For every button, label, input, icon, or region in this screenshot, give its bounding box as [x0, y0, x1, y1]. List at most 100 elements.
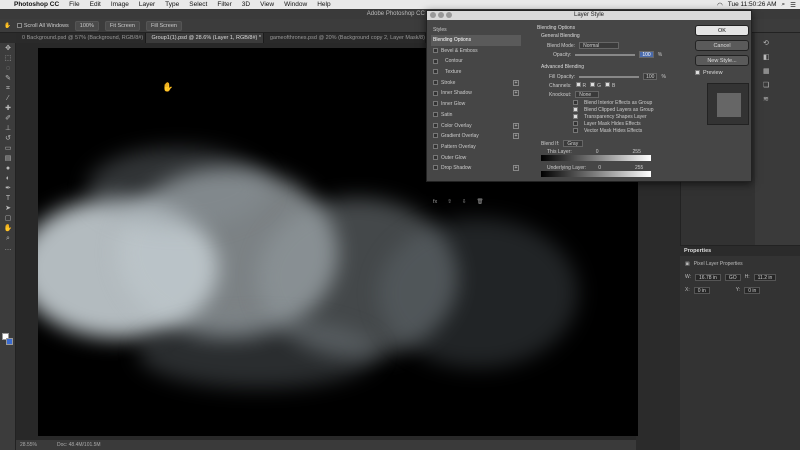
- this-layer-gradient-slider[interactable]: [541, 155, 651, 161]
- style-checkbox[interactable]: [433, 111, 438, 117]
- tab-gameofthrones[interactable]: gameofthrones.psd @ 20% (Background copy…: [264, 33, 426, 43]
- add-style-plus-icon[interactable]: +: [513, 79, 519, 86]
- style-item[interactable]: Satin: [431, 110, 521, 121]
- menu-view[interactable]: View: [260, 1, 274, 8]
- more-tools-icon[interactable]: …: [3, 245, 13, 253]
- style-checkbox[interactable]: [433, 122, 438, 128]
- zoom-tool-icon[interactable]: ⌕: [3, 235, 13, 243]
- style-checkbox[interactable]: [433, 144, 438, 150]
- blur-tool-icon[interactable]: ●: [3, 165, 13, 173]
- fit-screen-button[interactable]: Fit Screen: [104, 20, 140, 31]
- down-arrow-icon[interactable]: ⇩: [462, 199, 467, 205]
- crop-tool-icon[interactable]: ⌗: [3, 85, 13, 93]
- transparency-shapes-checkbox[interactable]: [573, 114, 578, 119]
- style-checkbox[interactable]: [433, 165, 438, 171]
- blend-mode-select[interactable]: Normal: [579, 42, 620, 49]
- style-checkbox[interactable]: [433, 90, 438, 96]
- menu-file[interactable]: File: [69, 1, 79, 8]
- lasso-tool-icon[interactable]: ◌: [3, 65, 13, 73]
- underlying-layer-gradient-slider[interactable]: [541, 171, 651, 177]
- fill-screen-button[interactable]: Fill Screen: [145, 20, 182, 31]
- height-field[interactable]: 11.2 in: [753, 273, 777, 281]
- style-item[interactable]: Pattern Overlay: [431, 142, 521, 153]
- channel-g-checkbox[interactable]: G: [590, 82, 601, 89]
- blend-if-select[interactable]: Gray: [563, 140, 584, 147]
- scroll-all-checkbox[interactable]: Scroll All Windows: [16, 23, 69, 29]
- tab-group1[interactable]: Group1(1).psd @ 28.6% (Layer 1, RGB/8#) …: [145, 33, 264, 43]
- styles-header[interactable]: Styles: [431, 25, 521, 35]
- zoom-100-button[interactable]: 100%: [74, 20, 99, 31]
- style-item[interactable]: Bevel & Emboss: [431, 46, 521, 57]
- channel-r-checkbox[interactable]: R: [575, 82, 586, 89]
- menu-image[interactable]: Image: [111, 1, 129, 8]
- dialog-title-bar[interactable]: Layer Style: [427, 11, 751, 20]
- add-style-plus-icon[interactable]: +: [513, 90, 519, 97]
- dodge-tool-icon[interactable]: ◐: [3, 175, 13, 183]
- cancel-button[interactable]: Cancel: [695, 40, 749, 51]
- app-menu[interactable]: Photoshop CC: [14, 1, 59, 8]
- menu-select[interactable]: Select: [189, 1, 207, 8]
- menu-filter[interactable]: Filter: [217, 1, 231, 8]
- up-arrow-icon[interactable]: ⇧: [447, 199, 452, 205]
- menu-edit[interactable]: Edit: [90, 1, 101, 8]
- style-checkbox[interactable]: [433, 133, 438, 139]
- path-select-tool-icon[interactable]: ➤: [3, 205, 13, 213]
- hand-tool-icon[interactable]: ✋: [4, 23, 11, 29]
- stamp-tool-icon[interactable]: ⊥: [3, 125, 13, 133]
- layers-icon[interactable]: ❏: [763, 81, 771, 89]
- channels-icon[interactable]: ≋: [763, 95, 771, 103]
- style-checkbox[interactable]: [433, 47, 438, 53]
- preview-checkbox[interactable]: Preview: [695, 70, 749, 76]
- width-field[interactable]: 16.78 in: [695, 273, 721, 281]
- style-item[interactable]: Texture: [431, 67, 521, 78]
- new-style-button[interactable]: New Style...: [695, 55, 749, 66]
- add-style-plus-icon[interactable]: +: [513, 165, 519, 172]
- color-icon[interactable]: ◧: [763, 53, 771, 61]
- style-checkbox[interactable]: [433, 154, 438, 160]
- opacity-input[interactable]: 100: [639, 51, 654, 58]
- ok-button[interactable]: OK: [695, 25, 749, 36]
- healing-tool-icon[interactable]: ✚: [3, 105, 13, 113]
- eyedropper-tool-icon[interactable]: ⁄: [3, 95, 13, 103]
- style-item[interactable]: Blending Options: [431, 35, 521, 46]
- search-icon[interactable]: ⌕: [782, 1, 786, 9]
- channel-b-checkbox[interactable]: B: [605, 82, 615, 89]
- style-checkbox[interactable]: [433, 79, 438, 85]
- link-dimensions-button[interactable]: GO: [724, 273, 741, 281]
- layer-mask-hides-checkbox[interactable]: [573, 121, 578, 126]
- hand-tool-icon[interactable]: ✋: [3, 225, 13, 233]
- style-item[interactable]: Color Overlay +: [431, 121, 521, 132]
- style-checkbox[interactable]: [433, 69, 438, 75]
- type-tool-icon[interactable]: T: [3, 195, 13, 203]
- marquee-tool-icon[interactable]: ⬚: [3, 55, 13, 63]
- menu-type[interactable]: Type: [165, 1, 179, 8]
- y-field[interactable]: 0 in: [744, 286, 761, 294]
- fill-opacity-input[interactable]: 100: [643, 73, 658, 80]
- x-field[interactable]: 0 in: [693, 286, 710, 294]
- blend-clipped-checkbox[interactable]: [573, 107, 578, 112]
- menu-help[interactable]: Help: [317, 1, 330, 8]
- style-item[interactable]: Stroke +: [431, 78, 521, 89]
- style-item[interactable]: Outer Glow: [431, 153, 521, 164]
- fill-opacity-slider[interactable]: [579, 75, 640, 78]
- move-tool-icon[interactable]: ✥: [3, 45, 13, 53]
- style-item[interactable]: Gradient Overlay +: [431, 131, 521, 142]
- blend-interior-checkbox[interactable]: [573, 100, 578, 105]
- minimize-icon[interactable]: [438, 12, 444, 18]
- brush-tool-icon[interactable]: ✐: [3, 115, 13, 123]
- pen-tool-icon[interactable]: ✒: [3, 185, 13, 193]
- menu-layer[interactable]: Layer: [139, 1, 155, 8]
- add-style-plus-icon[interactable]: +: [513, 133, 519, 140]
- style-item[interactable]: Drop Shadow +: [431, 163, 521, 174]
- quick-select-tool-icon[interactable]: ✎: [3, 75, 13, 83]
- swatches-icon[interactable]: ▦: [763, 67, 771, 75]
- knockout-select[interactable]: None: [575, 91, 600, 98]
- gradient-tool-icon[interactable]: ▤: [3, 155, 13, 163]
- style-checkbox[interactable]: [433, 58, 438, 64]
- background-color-swatch[interactable]: [6, 338, 13, 345]
- menu-list-icon[interactable]: ☰: [790, 1, 796, 9]
- zoom-icon[interactable]: [446, 12, 452, 18]
- style-item[interactable]: Inner Glow: [431, 99, 521, 110]
- history-brush-tool-icon[interactable]: ↺: [3, 135, 13, 143]
- tab-background[interactable]: 0 Background.psd @ 57% (Background, RGB/…: [16, 33, 146, 43]
